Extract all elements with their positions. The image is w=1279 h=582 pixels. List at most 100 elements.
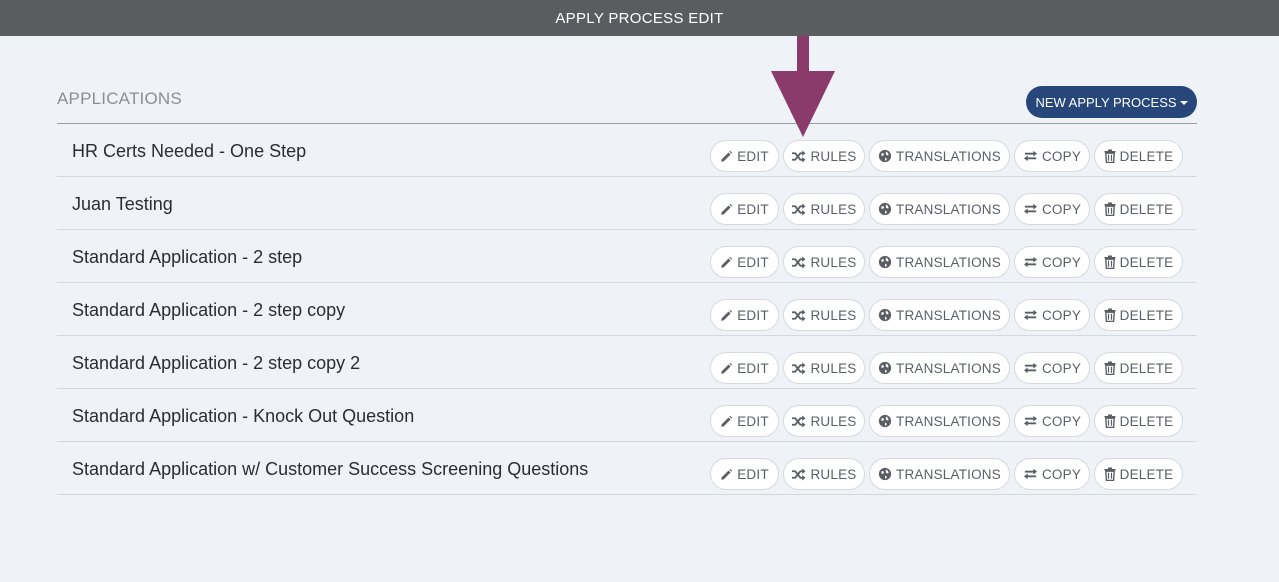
copy-button[interactable]: COPY bbox=[1014, 140, 1090, 172]
delete-button[interactable]: DELETE bbox=[1094, 352, 1183, 384]
copy-label: COPY bbox=[1041, 148, 1082, 164]
annotation-arrow-icon bbox=[771, 36, 835, 137]
translations-label: TRANSLATIONS bbox=[896, 201, 1001, 217]
new-apply-process-label: NEW APPLY PROCESS bbox=[1035, 94, 1177, 110]
edit-button[interactable]: EDIT bbox=[710, 299, 779, 331]
copy-button[interactable]: COPY bbox=[1014, 458, 1090, 490]
translations-button[interactable]: TRANSLATIONS bbox=[869, 299, 1010, 331]
delete-button[interactable]: DELETE bbox=[1094, 299, 1183, 331]
rules-label: RULES bbox=[810, 466, 857, 482]
shuffle-icon bbox=[791, 467, 806, 481]
trash-icon bbox=[1104, 255, 1116, 269]
row-actions: EDIT RULES TRANSLATIONS COPY DELETE bbox=[710, 405, 1183, 437]
section-title: APPLICATIONS bbox=[57, 89, 182, 108]
pencil-icon bbox=[720, 415, 733, 428]
delete-button[interactable]: DELETE bbox=[1094, 405, 1183, 437]
translations-button[interactable]: TRANSLATIONS bbox=[869, 140, 1010, 172]
edit-button[interactable]: EDIT bbox=[710, 458, 779, 490]
application-row: Standard Application - 2 step EDIT RULES… bbox=[57, 230, 1197, 283]
rules-button[interactable]: RULES bbox=[783, 140, 865, 172]
translations-label: TRANSLATIONS bbox=[896, 254, 1001, 270]
edit-button[interactable]: EDIT bbox=[710, 193, 779, 225]
globe-icon bbox=[878, 361, 892, 375]
rules-label: RULES bbox=[810, 148, 857, 164]
globe-icon bbox=[878, 414, 892, 428]
delete-label: DELETE bbox=[1119, 148, 1174, 164]
pencil-icon bbox=[720, 309, 733, 322]
translations-button[interactable]: TRANSLATIONS bbox=[869, 405, 1010, 437]
copy-label: COPY bbox=[1041, 466, 1082, 482]
copy-button[interactable]: COPY bbox=[1014, 299, 1090, 331]
swap-arrows-icon bbox=[1023, 362, 1038, 374]
shuffle-icon bbox=[791, 149, 806, 163]
rules-button[interactable]: RULES bbox=[783, 299, 865, 331]
row-actions: EDIT RULES TRANSLATIONS COPY DELETE bbox=[710, 246, 1183, 278]
row-actions: EDIT RULES TRANSLATIONS COPY DELETE bbox=[710, 140, 1183, 172]
edit-button[interactable]: EDIT bbox=[710, 246, 779, 278]
rules-label: RULES bbox=[810, 254, 857, 270]
shuffle-icon bbox=[791, 414, 806, 428]
delete-button[interactable]: DELETE bbox=[1094, 193, 1183, 225]
rules-label: RULES bbox=[810, 307, 857, 323]
translations-label: TRANSLATIONS bbox=[896, 413, 1001, 429]
application-name: HR Certs Needed - One Step bbox=[72, 141, 307, 161]
edit-button[interactable]: EDIT bbox=[710, 140, 779, 172]
delete-label: DELETE bbox=[1119, 466, 1174, 482]
edit-label: EDIT bbox=[737, 360, 769, 376]
applications-list: HR Certs Needed - One Step EDIT RULES TR… bbox=[57, 123, 1197, 495]
rules-label: RULES bbox=[810, 201, 857, 217]
edit-label: EDIT bbox=[737, 201, 769, 217]
application-row: Juan Testing EDIT RULES TRANSLATIONS COP… bbox=[57, 177, 1197, 230]
copy-button[interactable]: COPY bbox=[1014, 193, 1090, 225]
translations-button[interactable]: TRANSLATIONS bbox=[869, 193, 1010, 225]
copy-label: COPY bbox=[1041, 413, 1082, 429]
new-apply-process-button[interactable]: NEW APPLY PROCESS bbox=[1026, 86, 1197, 118]
caret-down-icon bbox=[1179, 100, 1188, 105]
copy-button[interactable]: COPY bbox=[1014, 405, 1090, 437]
shuffle-icon bbox=[791, 308, 806, 322]
edit-label: EDIT bbox=[737, 307, 769, 323]
rules-button[interactable]: RULES bbox=[783, 405, 865, 437]
copy-label: COPY bbox=[1041, 307, 1082, 323]
swap-arrows-icon bbox=[1023, 468, 1038, 480]
edit-label: EDIT bbox=[737, 413, 769, 429]
copy-label: COPY bbox=[1041, 201, 1082, 217]
translations-button[interactable]: TRANSLATIONS bbox=[869, 352, 1010, 384]
translations-label: TRANSLATIONS bbox=[896, 466, 1001, 482]
delete-label: DELETE bbox=[1119, 254, 1174, 270]
trash-icon bbox=[1104, 202, 1116, 216]
application-name: Standard Application w/ Customer Success… bbox=[72, 459, 589, 479]
top-bar: APPLY PROCESS EDIT bbox=[0, 0, 1279, 36]
rules-button[interactable]: RULES bbox=[783, 246, 865, 278]
application-name: Standard Application - 2 step copy 2 bbox=[72, 353, 361, 373]
rules-button[interactable]: RULES bbox=[783, 352, 865, 384]
globe-icon bbox=[878, 202, 892, 216]
globe-icon bbox=[878, 149, 892, 163]
application-name: Juan Testing bbox=[72, 194, 173, 214]
delete-button[interactable]: DELETE bbox=[1094, 246, 1183, 278]
copy-button[interactable]: COPY bbox=[1014, 246, 1090, 278]
copy-button[interactable]: COPY bbox=[1014, 352, 1090, 384]
delete-label: DELETE bbox=[1119, 201, 1174, 217]
swap-arrows-icon bbox=[1023, 203, 1038, 215]
delete-button[interactable]: DELETE bbox=[1094, 140, 1183, 172]
rules-button[interactable]: RULES bbox=[783, 193, 865, 225]
translations-button[interactable]: TRANSLATIONS bbox=[869, 246, 1010, 278]
globe-icon bbox=[878, 308, 892, 322]
delete-button[interactable]: DELETE bbox=[1094, 458, 1183, 490]
edit-label: EDIT bbox=[737, 254, 769, 270]
swap-arrows-icon bbox=[1023, 309, 1038, 321]
shuffle-icon bbox=[791, 255, 806, 269]
rules-button[interactable]: RULES bbox=[783, 458, 865, 490]
delete-label: DELETE bbox=[1119, 413, 1174, 429]
copy-label: COPY bbox=[1041, 360, 1082, 376]
trash-icon bbox=[1104, 149, 1116, 163]
edit-button[interactable]: EDIT bbox=[710, 405, 779, 437]
translations-button[interactable]: TRANSLATIONS bbox=[869, 458, 1010, 490]
edit-button[interactable]: EDIT bbox=[710, 352, 779, 384]
rules-label: RULES bbox=[810, 413, 857, 429]
copy-label: COPY bbox=[1041, 254, 1082, 270]
translations-label: TRANSLATIONS bbox=[896, 307, 1001, 323]
application-row: Standard Application - Knock Out Questio… bbox=[57, 389, 1197, 442]
application-row: Standard Application - 2 step copy 2 EDI… bbox=[57, 336, 1197, 389]
